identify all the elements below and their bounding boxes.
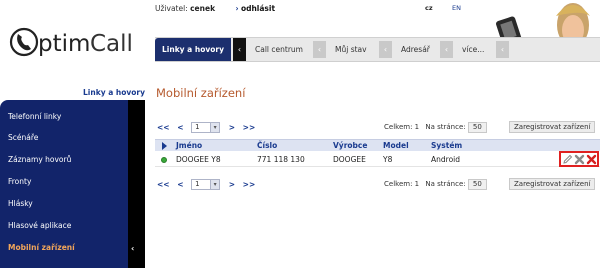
user-label: Uživatel:	[155, 4, 188, 13]
pager-last-link[interactable]: >>	[243, 123, 256, 132]
tab-muj-stav[interactable]: Můj stav	[328, 38, 374, 61]
totals-value: 1	[414, 180, 420, 188]
tab-linky-a-hovory[interactable]: Linky a hovory	[155, 38, 231, 61]
pager-prev-link[interactable]: <	[177, 180, 183, 189]
pager-first-link[interactable]: <<	[157, 180, 170, 189]
pager-last-link[interactable]: >>	[243, 180, 256, 189]
page-select-value: 1	[195, 123, 200, 131]
column-header-system[interactable]: Systém	[431, 141, 462, 150]
tab-active-chevron-icon: ‹	[233, 38, 246, 61]
optimcall-logo[interactable]: ptim Call	[8, 22, 148, 62]
delete-icon[interactable]	[586, 154, 597, 165]
tab-chevron-icon: ‹	[379, 41, 392, 58]
logout-link[interactable]: odhlásit	[241, 4, 275, 13]
status-online-icon	[161, 157, 167, 163]
sidebar-item-fronty[interactable]: Fronty	[8, 177, 31, 186]
page-select[interactable]: 1 ▾	[191, 122, 221, 133]
table-header: Jméno Číslo Výrobce Model Systém	[155, 139, 600, 151]
disable-icon[interactable]	[574, 154, 585, 165]
register-device-button[interactable]: Zaregistrovat zařízení	[509, 121, 596, 133]
tab-chevron-icon: ‹	[313, 41, 326, 58]
column-header-model[interactable]: Model	[383, 141, 409, 150]
sidebar-item-mobilni-zarizeni[interactable]: Mobilní zařízení	[8, 243, 75, 252]
main-tabs: Linky a hovory ‹ Call centrum ‹ Můj stav…	[155, 37, 600, 62]
sort-icon[interactable]	[161, 142, 168, 150]
lang-en-link[interactable]: EN	[452, 4, 461, 12]
per-page-value[interactable]: 50	[467, 179, 487, 190]
sidebar-item-hlasky[interactable]: Hlásky	[8, 199, 33, 208]
register-device-button[interactable]: Zaregistrovat zařízení	[509, 178, 596, 190]
edit-icon[interactable]	[562, 154, 573, 165]
page-select[interactable]: 1 ▾	[191, 179, 221, 190]
tab-adresar[interactable]: Adresář	[394, 38, 437, 61]
phone-logo-icon	[9, 27, 39, 57]
pager-next-link[interactable]: >	[229, 180, 235, 189]
table-row[interactable]: DOOGEE Y8 771 118 130 DOOGEE Y8 Android	[155, 151, 600, 167]
per-page-label: Na stránce:	[425, 180, 466, 188]
totals-label: Celkem:	[384, 180, 413, 188]
cell-system: Android	[431, 155, 460, 164]
column-header-jmeno[interactable]: Jméno	[176, 141, 202, 150]
page-select-value: 1	[195, 180, 200, 188]
sidebar-edge	[128, 100, 145, 268]
tab-call-centrum[interactable]: Call centrum	[248, 38, 310, 61]
sidebar-item-hlasove-aplikace[interactable]: Hlasové aplikace	[8, 221, 71, 230]
page-title: Mobilní zařízení	[156, 86, 246, 100]
totals-bottom: Celkem: 1 Na stránce: 50	[384, 179, 487, 191]
per-page-label: Na stránce:	[425, 123, 466, 131]
pager-first-link[interactable]: <<	[157, 123, 170, 132]
per-page-value[interactable]: 50	[467, 122, 487, 133]
chevron-down-icon: ▾	[210, 180, 220, 189]
user-name: cenek	[190, 4, 216, 13]
totals-top: Celkem: 1 Na stránce: 50	[384, 122, 487, 134]
totals-value: 1	[414, 123, 420, 131]
sidebar-item-scenare[interactable]: Scénáře	[8, 133, 38, 142]
column-header-cislo[interactable]: Číslo	[257, 141, 277, 150]
pager-bottom: << < 1 ▾ > >>	[157, 179, 260, 191]
user-info: Uživatel: cenek › odhlásit	[155, 4, 275, 13]
pager-next-link[interactable]: >	[229, 123, 235, 132]
cell-number: 771 118 130	[257, 155, 305, 164]
chevron-down-icon: ▾	[210, 123, 220, 132]
column-header-vyrobce[interactable]: Výrobce	[333, 141, 367, 150]
cell-vendor: DOOGEE	[333, 155, 366, 164]
cell-model: Y8	[383, 155, 393, 164]
sidebar-item-telefonni-linky[interactable]: Telefonní linky	[8, 112, 61, 121]
row-actions	[559, 151, 599, 167]
sidebar-title: Linky a hovory	[83, 88, 145, 97]
totals-label: Celkem:	[384, 123, 413, 131]
tab-chevron-icon: ‹	[440, 41, 453, 58]
pager-top: << < 1 ▾ > >>	[157, 122, 260, 134]
lang-cz-link[interactable]: cz	[425, 4, 433, 12]
tab-chevron-icon: ‹	[496, 41, 509, 58]
logout-arrow-icon: ›	[235, 4, 239, 13]
back-chevron-icon: ‹	[131, 244, 135, 253]
sidebar-item-zaznamy-hovoru[interactable]: Záznamy hovorů	[8, 155, 71, 164]
pager-prev-link[interactable]: <	[177, 123, 183, 132]
logo-text-optim: ptim	[38, 31, 90, 57]
cell-name: DOOGEE Y8	[176, 155, 221, 164]
tab-vice[interactable]: více...	[455, 38, 491, 61]
logo-text-call: Call	[90, 31, 133, 57]
